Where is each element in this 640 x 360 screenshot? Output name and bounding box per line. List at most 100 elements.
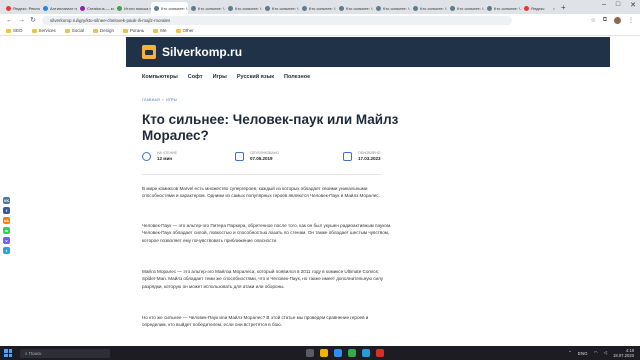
site-nav-item[interactable]: Компьютеры (142, 74, 178, 80)
reload-icon[interactable]: ↻ (30, 16, 36, 24)
tab-close-icon[interactable]: × (553, 6, 555, 11)
tab-label: Яндекс: Рекламная сеть (13, 5, 40, 11)
browser-tab[interactable]: Кто сильнее: Человек-п× (299, 2, 336, 14)
bookmark-folder[interactable]: Design (93, 28, 114, 33)
search-placeholder: Поиск (28, 350, 42, 356)
browser-tab[interactable]: Кто сильнее: Человек-п× (410, 2, 447, 14)
telegram-icon[interactable] (362, 349, 370, 357)
folder-icon (175, 28, 181, 33)
browser-tab[interactable]: Кто сильнее: Человек-п× (151, 2, 188, 14)
volume-icon[interactable]: ◁ (604, 350, 607, 356)
bookmark-label: Рогань (130, 28, 145, 33)
back-icon[interactable]: ← (6, 17, 13, 24)
tab-label: Кто сильнее: Человек-п (235, 5, 262, 11)
browser-tab[interactable]: Кто сильнее: Человек-п× (373, 2, 410, 14)
share-button[interactable]: w (3, 227, 10, 234)
breadcrumb-games[interactable]: ИГРЫ (166, 98, 177, 102)
article-paragraph: Но кто же сильнее — Человек-Паук или Май… (142, 315, 369, 328)
article-title: Кто сильнее: Человек-паук или Майлз Мора… (142, 112, 399, 143)
share-button[interactable]: v (3, 237, 10, 244)
windows-start-icon[interactable] (4, 349, 12, 357)
site-nav-item[interactable]: Игры (213, 74, 227, 80)
system-tray: ⌃ ENG ◠ ◁ 4:18 18.07.2023 (568, 348, 640, 358)
bookmark-folder[interactable]: Services (31, 28, 56, 33)
meta-reading-time: НА ЧТЕНИЕ 12 мин (142, 151, 177, 161)
tab-favicon-icon (228, 5, 233, 11)
chevron-up-icon[interactable]: ⌃ (568, 350, 572, 356)
chrome-icon[interactable] (348, 349, 356, 357)
tab-favicon-icon (339, 5, 344, 11)
site-logo-text[interactable]: Silverkomp.ru (162, 45, 242, 59)
star-icon[interactable]: ☆ (590, 17, 595, 24)
browser-tab[interactable]: Кто сильнее: Человек-п× (188, 2, 225, 14)
site-nav-item[interactable]: Русский язык (237, 74, 274, 80)
meta-label: НА ЧТЕНИЕ (157, 151, 178, 155)
browser-tab[interactable]: Кто сильнее: Человек-п× (447, 2, 484, 14)
app-icon[interactable] (376, 349, 384, 357)
calendar-icon (343, 151, 352, 161)
menu-icon[interactable]: ⋮ (628, 17, 634, 24)
bookmark-folder[interactable]: Other (175, 28, 194, 33)
logo-monitor-icon[interactable] (142, 45, 156, 59)
close-icon[interactable]: ✕ (630, 1, 636, 9)
new-tab-icon[interactable]: + (561, 3, 566, 12)
tab-label: Кто сильнее: Человек-п (457, 5, 484, 11)
edge-icon[interactable] (334, 349, 342, 357)
taskbar-apps (306, 349, 384, 357)
share-button[interactable]: VK (3, 197, 10, 204)
browser-tab-strip: Яндекс: Рекламная сеть×Антиплагиат прове… (0, 0, 640, 14)
file-explorer-icon[interactable] (320, 349, 328, 357)
task-view-icon[interactable] (306, 349, 314, 357)
folder-icon (64, 28, 70, 33)
share-button[interactable]: f (3, 207, 10, 214)
folder-icon (93, 28, 99, 33)
calendar-icon (235, 151, 244, 161)
minimize-icon[interactable]: – (602, 1, 606, 9)
tab-favicon-icon (413, 5, 418, 11)
forward-icon[interactable]: → (18, 17, 25, 24)
tab-label: Кто сильнее: Человек-п (272, 5, 299, 11)
maximize-icon[interactable]: □ (616, 1, 620, 9)
tab-label: Кто сильнее: Человек-п (494, 5, 521, 11)
site-nav-item[interactable]: Софт (188, 74, 203, 80)
window-controls: – □ ✕ (602, 1, 636, 9)
meta-label: ОПУБЛИКОВАНО (250, 151, 280, 155)
bookmark-folder[interactable]: Social (64, 28, 84, 33)
share-button[interactable]: t (3, 247, 10, 254)
breadcrumb: ГЛАВНАЯ» ИГРЫ (142, 98, 178, 102)
tab-favicon-icon (376, 5, 381, 11)
wifi-icon[interactable]: ◠ (594, 350, 598, 356)
browser-tab[interactable]: Кто сильнее: Человек-п× (225, 2, 262, 14)
taskbar-search[interactable]: ⌕ Поиск (20, 348, 110, 358)
browser-tab[interactable]: Яндекс × (521, 2, 558, 14)
url-field[interactable]: silverkomp.ru/igry/kto-silnee-chelovek-p… (42, 15, 512, 25)
tab-favicon-icon (265, 5, 270, 11)
taskbar: ⌕ Поиск ⌃ ENG ◠ ◁ 4:18 18.07.2023 (0, 346, 640, 360)
meta-value: 17.03.2023 (358, 156, 381, 161)
bookmark-folder[interactable]: SEO (6, 28, 23, 33)
browser-tab[interactable]: Антиплагиат проверка× (40, 2, 77, 14)
browser-tab[interactable]: Кто сильнее: Человек-п× (484, 2, 521, 14)
browser-tab[interactable]: Creatorus — конструктор× (77, 2, 114, 14)
profile-avatar[interactable] (614, 16, 621, 24)
bookmark-folder[interactable]: Me (153, 28, 167, 33)
article-paragraph: Майлз Моралес — это альтер-эго Майлза Мо… (142, 269, 384, 289)
tab-favicon-icon (80, 5, 85, 11)
share-bar: VK f ok w v t (3, 197, 10, 254)
extensions-icon[interactable]: ⧉ (603, 17, 607, 24)
lang-indicator[interactable]: ENG (578, 351, 588, 356)
bookmark-label: Me (160, 28, 167, 33)
browser-tab[interactable]: Кто сильнее: Человек-п× (336, 2, 373, 14)
browser-tab[interactable]: Итоги поиска по разной× (114, 2, 151, 14)
browser-tab[interactable]: Яндекс: Рекламная сеть× (3, 2, 40, 14)
site-nav-item[interactable]: Полезное (284, 74, 310, 80)
system-clock[interactable]: 4:18 18.07.2023 (613, 348, 634, 358)
bookmark-folder[interactable]: Рогань (123, 28, 144, 33)
browser-tab[interactable]: Кто сильнее: Человек-п× (262, 2, 299, 14)
address-bar: ← → ↻ silverkomp.ru/igry/kto-silnee-chel… (0, 14, 640, 26)
tab-label: Кто сильнее: Человек-п (346, 5, 373, 11)
tab-label: Антиплагиат проверка (50, 5, 77, 11)
share-button[interactable]: ok (3, 217, 10, 224)
bookmark-label: SEO (13, 28, 23, 33)
breadcrumb-home[interactable]: ГЛАВНАЯ (142, 98, 160, 102)
